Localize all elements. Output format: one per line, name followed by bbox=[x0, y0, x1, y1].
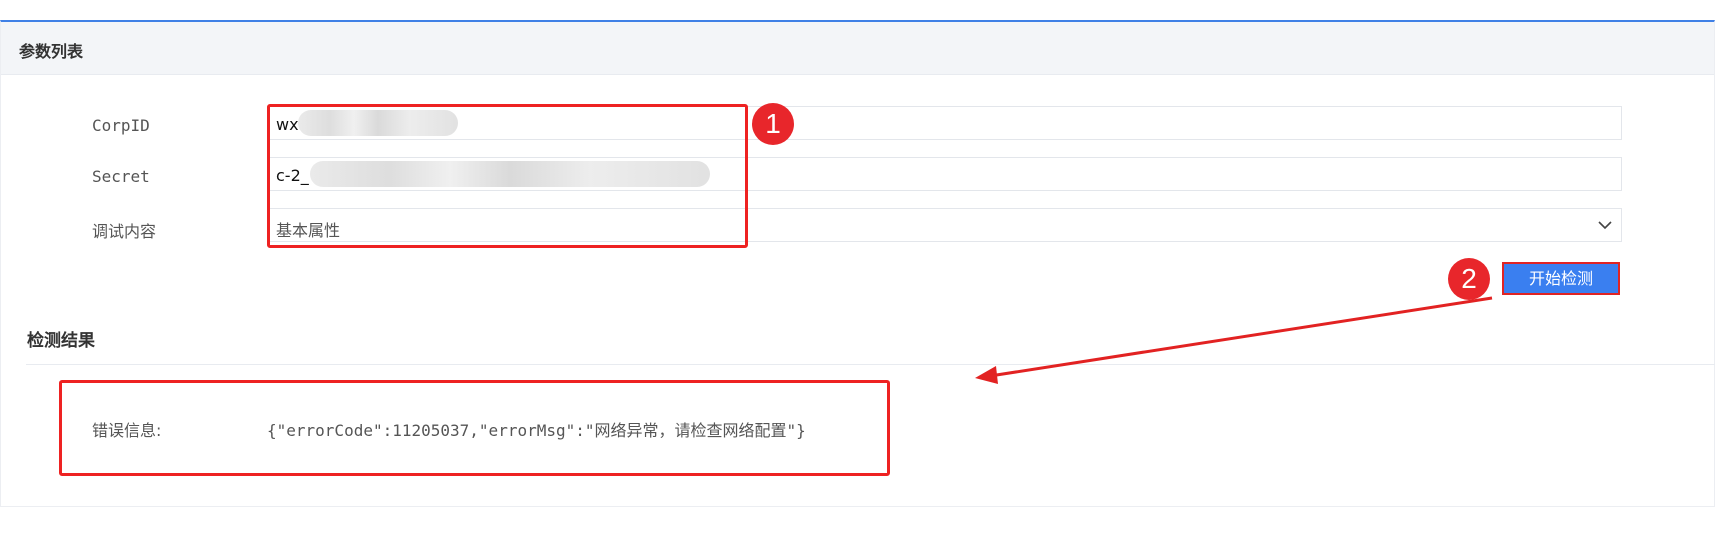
redacted-blur bbox=[298, 110, 458, 136]
result-section-title: 检测结果 bbox=[27, 331, 95, 351]
debug-content-select[interactable]: 基本属性 bbox=[267, 208, 1622, 242]
chevron-down-icon bbox=[1598, 221, 1612, 230]
corpid-value: wx bbox=[276, 115, 299, 134]
annotation-badge-2: 2 bbox=[1448, 258, 1490, 300]
corpid-input[interactable]: wx bbox=[267, 106, 1622, 140]
corpid-label: CorpID bbox=[92, 116, 150, 135]
secret-value: c-2_ bbox=[276, 166, 309, 185]
error-info-label: 错误信息: bbox=[92, 421, 162, 440]
annotation-badge-1: 1 bbox=[752, 103, 794, 145]
redacted-blur bbox=[310, 161, 710, 187]
debug-content-label: 调试内容 bbox=[92, 222, 157, 241]
start-detection-button[interactable]: 开始检测 bbox=[1502, 262, 1620, 295]
panel-title: 参数列表 bbox=[19, 42, 84, 61]
panel-header: 参数列表 bbox=[1, 22, 1714, 75]
section-divider bbox=[26, 364, 1715, 365]
secret-input[interactable]: c-2_ bbox=[267, 157, 1622, 191]
secret-label: Secret bbox=[92, 167, 150, 186]
debug-content-selected: 基本属性 bbox=[276, 221, 341, 240]
error-info-value: {"errorCode":11205037,"errorMsg":"网络异常，请… bbox=[267, 421, 806, 440]
